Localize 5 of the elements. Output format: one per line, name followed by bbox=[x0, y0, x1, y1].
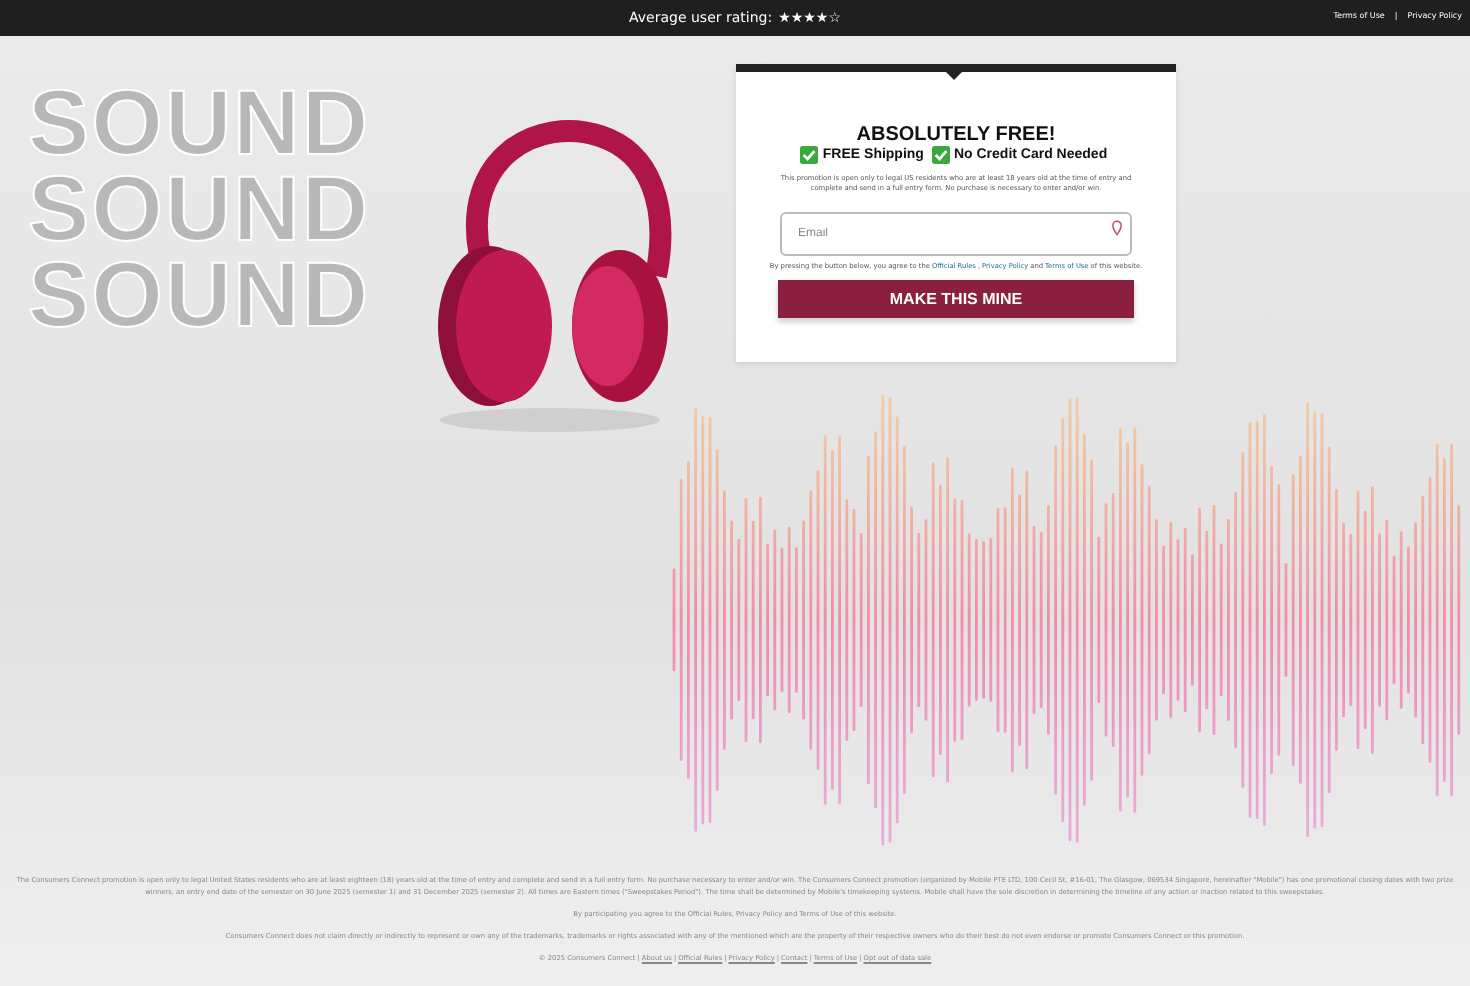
checkmark-icon bbox=[800, 146, 819, 164]
checkmark-icon bbox=[931, 146, 950, 164]
location-pin-icon bbox=[1112, 219, 1122, 236]
form-title: ABSOLUTELY FREE! bbox=[856, 124, 1056, 146]
submit-button[interactable]: MAKE THIS MINE bbox=[778, 279, 1134, 318]
